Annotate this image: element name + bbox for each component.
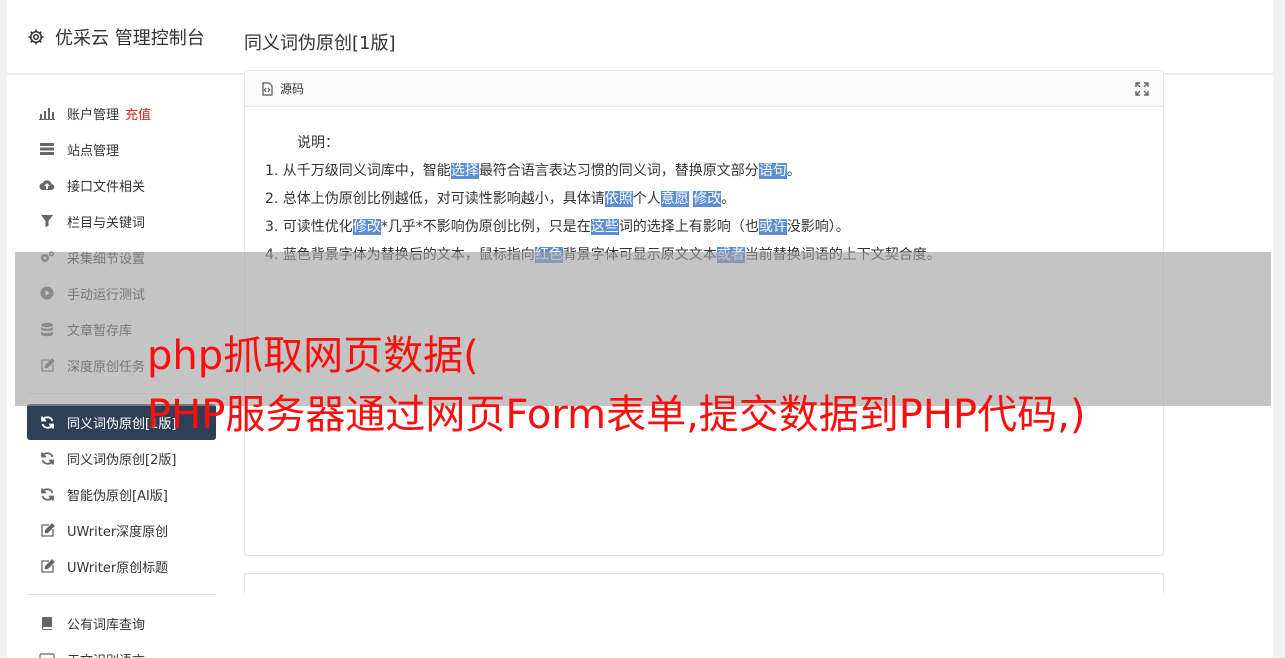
text-segment: *几乎*不影响伪原创比例，只是在 xyxy=(380,219,591,235)
keyboard-icon xyxy=(38,651,56,658)
sidebar-item-label: 栏目与关键词 xyxy=(67,215,146,231)
group1-sidebar-item-1[interactable]: 账户管理 充值 xyxy=(27,95,216,131)
group3-sidebar-item-1[interactable]: 公有词库查询 xyxy=(27,605,216,641)
group2-sidebar-item-3[interactable]: 智能伪原创[AI版] xyxy=(27,476,216,512)
replaced-word[interactable]: 意愿 xyxy=(660,191,689,207)
edit-icon xyxy=(38,522,56,538)
replaced-word[interactable]: 选择 xyxy=(450,163,479,179)
card-title: 源码 xyxy=(280,82,305,96)
group2-sidebar-item-4[interactable]: UWriter深度原创 xyxy=(27,512,216,548)
text-segment: 2. 总体上伪原创比例越低，对可读性影响越小，具体请 xyxy=(265,191,605,207)
replaced-word[interactable]: 语句 xyxy=(758,163,787,179)
replaced-word[interactable]: 修改 xyxy=(693,191,722,207)
replaced-word[interactable]: 修改 xyxy=(352,219,381,235)
app-title: 优采云 管理控制台 xyxy=(55,27,205,49)
cloud-upload-icon xyxy=(38,177,56,193)
page-title: 同义词伪原创[1版] xyxy=(244,33,396,54)
sidebar-item-label: 公有词库查询 xyxy=(67,617,146,633)
group3-sidebar-item-2[interactable]: 于文识别语言 xyxy=(27,641,216,658)
sidebar-group-tools: 公有词库查询于文识别语言 xyxy=(27,605,216,658)
book-icon xyxy=(38,615,56,631)
edit-icon xyxy=(38,558,56,574)
gear-icon xyxy=(27,28,45,46)
card-header: 源码 xyxy=(245,71,1163,107)
overlay-title-line1: php抓取网页数据( xyxy=(147,333,479,379)
sidebar-item-label: 接口文件相关 xyxy=(67,179,146,195)
text-segment: 。 xyxy=(786,163,801,179)
sidebar-item-label: 智能伪原创[AI版] xyxy=(67,488,168,504)
text-segment: 1. 从千万级同义词库中，智能 xyxy=(265,163,451,179)
text-segment: 词的选择上有影响（也 xyxy=(618,219,759,235)
refresh-icon xyxy=(38,414,56,430)
group1-sidebar-item-2[interactable]: 站点管理 xyxy=(27,131,216,167)
instruction-line: 1. 从千万级同义词库中，智能选择最符合语言表达习惯的同义词，替换原文部分语句。 xyxy=(265,157,1143,185)
sidebar-item-label: 于文识别语言 xyxy=(67,650,145,658)
recharge-link[interactable]: 充值 xyxy=(125,104,151,123)
sidebar-item-label: UWriter深度原创 xyxy=(67,524,169,540)
refresh-icon xyxy=(38,486,56,502)
banner-overlay xyxy=(15,252,1271,406)
text-segment: 最符合语言表达习惯的同义词，替换原文部分 xyxy=(478,163,759,179)
group1-sidebar-item-4[interactable]: 栏目与关键词 xyxy=(27,203,216,239)
text-segment: 没影响）。 xyxy=(786,219,850,235)
text-segment: 。 xyxy=(721,191,736,207)
code-file-icon xyxy=(260,81,274,96)
sidebar-item-label: UWriter原创标题 xyxy=(67,560,169,576)
replaced-word[interactable]: 或许 xyxy=(758,219,787,235)
fullscreen-icon[interactable] xyxy=(1135,82,1149,96)
sidebar-item-label: 站点管理 xyxy=(67,143,120,159)
replaced-word[interactable]: 依照 xyxy=(604,191,633,207)
instruction-line: 3. 可读性优化修改*几乎*不影响伪原创比例，只是在这些词的选择上有影响（也或许… xyxy=(265,213,1143,241)
sidebar-item-label: 同义词伪原创[2版] xyxy=(67,452,177,468)
filter-icon xyxy=(38,213,56,229)
group2-sidebar-item-5[interactable]: UWriter原创标题 xyxy=(27,548,216,584)
result-card xyxy=(244,573,1164,593)
sidebar-item-label: 账户管理 xyxy=(67,107,120,123)
text-segment: 个人 xyxy=(632,191,661,207)
bar-chart-icon xyxy=(38,105,56,121)
refresh-icon xyxy=(38,450,56,466)
text-segment: 3. 可读性优化 xyxy=(265,219,353,235)
server-icon xyxy=(38,141,56,157)
sidebar-divider xyxy=(27,594,216,595)
group2-sidebar-item-2[interactable]: 同义词伪原创[2版] xyxy=(27,440,216,476)
intro-label: 说明： xyxy=(297,135,339,151)
overlay-title-line2: PHP服务器通过网页Form表单,提交数据到PHP代码,) xyxy=(147,392,1086,438)
replaced-word[interactable]: 这些 xyxy=(590,219,619,235)
group1-sidebar-item-3[interactable]: 接口文件相关 xyxy=(27,167,216,203)
instruction-line: 2. 总体上伪原创比例越低，对可读性影响越小，具体请依照个人意愿 修改。 xyxy=(265,185,1143,213)
